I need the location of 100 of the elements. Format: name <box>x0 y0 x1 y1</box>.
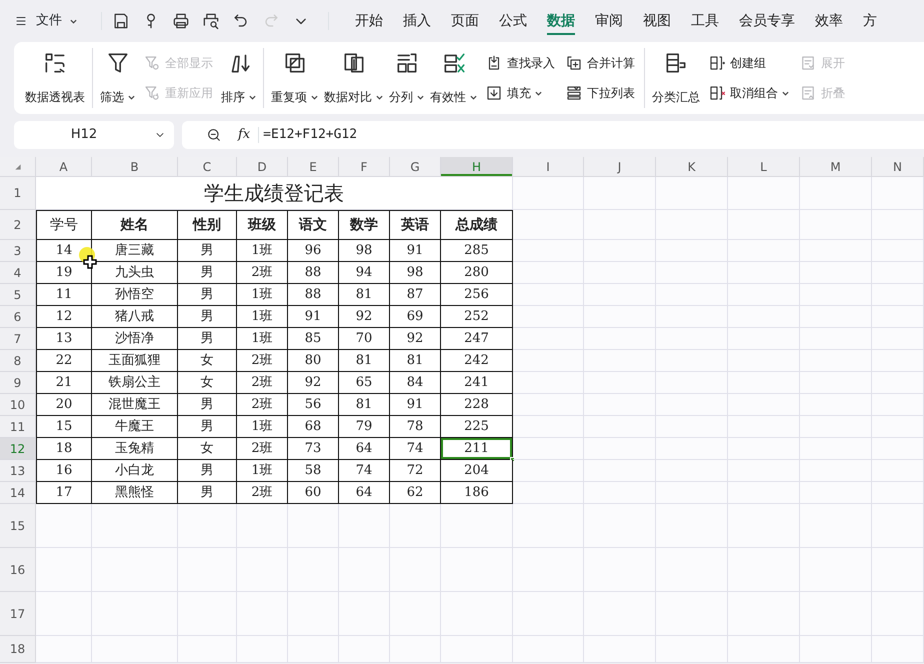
empty-cell <box>584 328 656 350</box>
row-header[interactable]: 2 <box>0 210 36 240</box>
menu-icon <box>14 14 28 28</box>
row-header[interactable]: 4 <box>0 262 36 284</box>
menu-tab[interactable]: 数据 <box>537 0 585 42</box>
ribbon-button[interactable]: 合并计算 <box>562 52 638 74</box>
row-header[interactable]: 15 <box>0 504 36 548</box>
ribbon-button[interactable]: 下拉列表 <box>562 82 638 104</box>
empty-cell <box>728 482 800 504</box>
row-header[interactable]: 12 <box>0 438 36 460</box>
menu-tab[interactable]: 会员专享 <box>729 0 805 42</box>
column-header[interactable]: K <box>656 157 728 177</box>
empty-cell <box>800 482 872 504</box>
table-cell: 94 <box>339 262 390 284</box>
table-cell: 247 <box>441 328 513 350</box>
ribbon-button[interactable]: 填充 <box>482 82 558 104</box>
empty-cell <box>872 416 924 438</box>
column-header[interactable]: F <box>339 157 390 177</box>
row-header[interactable]: 14 <box>0 482 36 504</box>
empty-cell <box>441 548 513 592</box>
empty-cell <box>656 548 728 592</box>
row-header[interactable]: 5 <box>0 284 36 306</box>
fx-label[interactable]: fx <box>238 125 250 145</box>
column-header[interactable]: M <box>800 157 872 177</box>
list-icon <box>565 84 583 102</box>
filter-icon <box>143 54 161 72</box>
name-box[interactable]: H12 <box>14 121 174 149</box>
menu-tab[interactable]: 开始 <box>345 0 393 42</box>
caret-icon <box>376 94 383 100</box>
empty-cell <box>656 177 728 210</box>
column-header[interactable]: D <box>237 157 288 177</box>
row-header[interactable]: 11 <box>0 416 36 438</box>
empty-cell <box>800 262 872 284</box>
row-header[interactable]: 3 <box>0 240 36 262</box>
column-header[interactable]: B <box>92 157 178 177</box>
column-header[interactable]: L <box>728 157 800 177</box>
ribbon-button[interactable]: 排序 <box>218 48 259 108</box>
ribbon-button[interactable]: 有效性 <box>427 48 480 108</box>
column-header[interactable]: I <box>513 157 584 177</box>
menu-tab[interactable]: 效率 <box>805 0 853 42</box>
ribbon-button[interactable]: 数据对比 <box>321 48 386 108</box>
print-icon[interactable] <box>171 11 191 31</box>
row-header[interactable]: 16 <box>0 548 36 592</box>
empty-cell <box>584 240 656 262</box>
empty-cell <box>288 592 339 636</box>
menu-tab[interactable]: 工具 <box>681 0 729 42</box>
row-header[interactable]: 17 <box>0 592 36 636</box>
column-header[interactable]: G <box>390 157 441 177</box>
table-cell: 91 <box>390 394 441 416</box>
ribbon-button[interactable]: 查找录入 <box>482 52 558 74</box>
table-cell: 2班 <box>237 372 288 394</box>
ribbon-button[interactable]: 重复项 <box>268 48 321 108</box>
column-header[interactable]: J <box>584 157 656 177</box>
caret-icon <box>535 90 542 96</box>
formula-field[interactable]: =E12+F12+G12 <box>263 125 358 145</box>
row-header[interactable]: 8 <box>0 350 36 372</box>
row-header[interactable]: 6 <box>0 306 36 328</box>
ribbon-button[interactable]: 取消组合 <box>705 82 792 104</box>
column-header[interactable]: N <box>872 157 924 177</box>
row-header[interactable]: 7 <box>0 328 36 350</box>
table-cell[interactable]: 211 <box>441 438 513 460</box>
column-header[interactable]: C <box>178 157 237 177</box>
table-cell: 女 <box>178 372 237 394</box>
empty-cell <box>656 460 728 482</box>
menu-tab[interactable]: 插入 <box>393 0 441 42</box>
row-header[interactable]: 1 <box>0 177 36 210</box>
row-header[interactable]: 13 <box>0 460 36 482</box>
empty-cell <box>339 548 390 592</box>
row-header[interactable]: 10 <box>0 394 36 416</box>
table-cell: 280 <box>441 262 513 284</box>
ribbon-button[interactable]: 创建组 <box>705 52 792 74</box>
empty-cell <box>339 636 390 663</box>
column-heading: 姓名 <box>92 210 178 240</box>
table-cell: 64 <box>339 438 390 460</box>
table-cell: 2班 <box>237 262 288 284</box>
row-header[interactable]: 9 <box>0 372 36 394</box>
ribbon-button[interactable]: 分列 <box>386 48 427 108</box>
menu-tab[interactable]: 审阅 <box>585 0 633 42</box>
menu-tab[interactable]: 页面 <box>441 0 489 42</box>
bracket-plus-icon <box>708 54 726 72</box>
menu-tab[interactable]: 视图 <box>633 0 681 42</box>
empty-cell <box>288 636 339 663</box>
zoom-out-icon[interactable] <box>206 127 222 143</box>
menu-tab[interactable]: 公式 <box>489 0 537 42</box>
column-header[interactable]: E <box>288 157 339 177</box>
file-menu[interactable]: 文件 <box>14 11 77 31</box>
column-header[interactable]: H <box>441 157 513 177</box>
ribbon-button[interactable]: 数据透视表 <box>22 48 88 108</box>
ribbon-button[interactable]: 筛选 <box>97 48 138 108</box>
menu-tab[interactable]: 方 <box>853 0 887 42</box>
row-header[interactable]: 18 <box>0 636 36 663</box>
table-cell: 58 <box>288 460 339 482</box>
table-cell: 1班 <box>237 240 288 262</box>
table-cell: 241 <box>441 372 513 394</box>
table-cell: 91 <box>288 306 339 328</box>
column-header[interactable]: A <box>36 157 92 177</box>
empty-cell <box>390 504 441 548</box>
print-preview-icon[interactable] <box>201 11 221 31</box>
ribbon-button[interactable]: 分类汇总 <box>649 48 703 108</box>
select-all-icon[interactable] <box>14 162 22 170</box>
